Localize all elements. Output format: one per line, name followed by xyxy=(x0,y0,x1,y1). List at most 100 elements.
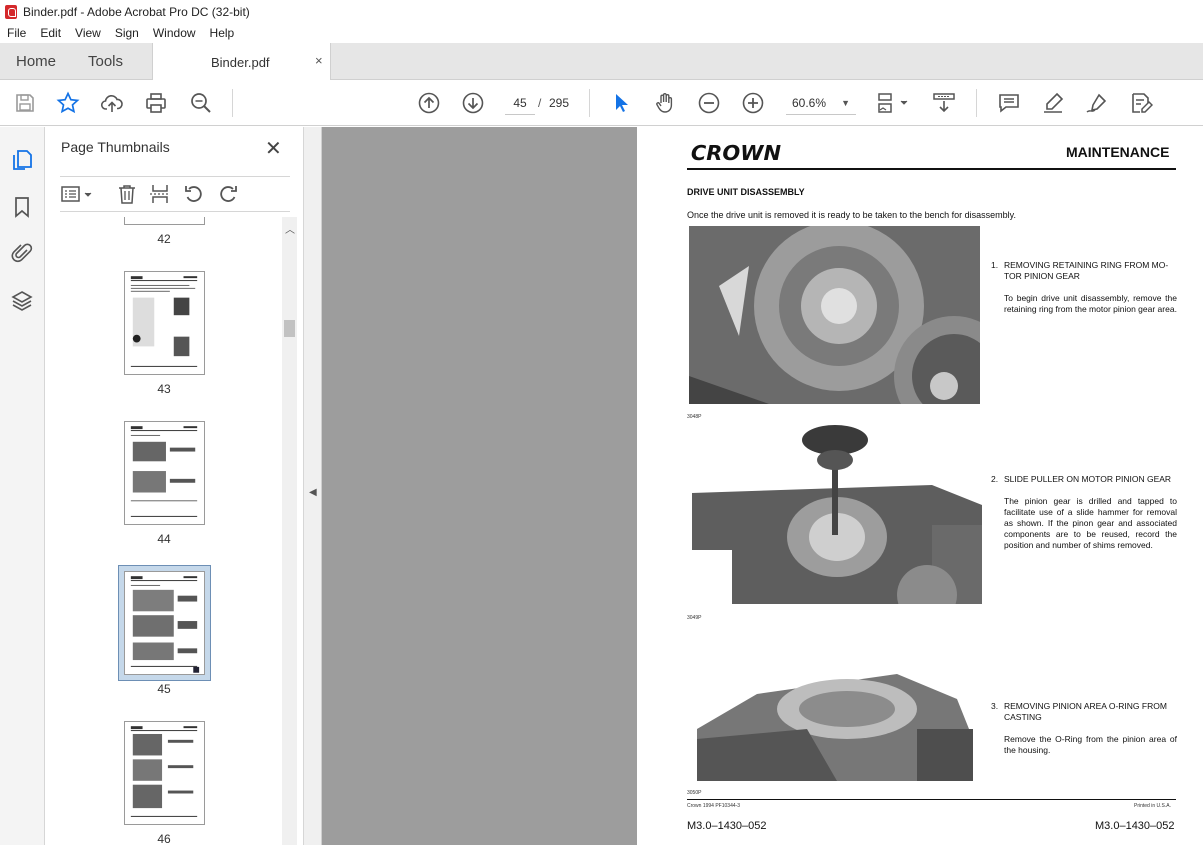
menu-edit[interactable]: Edit xyxy=(33,26,68,40)
star-icon[interactable] xyxy=(56,91,80,115)
zoom-in-icon[interactable] xyxy=(741,91,765,115)
scrollbar-thumb[interactable] xyxy=(284,320,295,337)
delete-page-icon[interactable] xyxy=(116,183,138,205)
rotate-right-icon[interactable] xyxy=(217,183,239,205)
menu-view[interactable]: View xyxy=(68,26,108,40)
thumbnail-label: 44 xyxy=(157,532,171,546)
page-fit-icon[interactable] xyxy=(876,91,912,115)
scroll-up-icon[interactable]: ︿ xyxy=(285,221,295,236)
thumbnail-options-icon[interactable] xyxy=(60,183,94,205)
split-pages-icon[interactable] xyxy=(149,183,171,205)
step-item: 2. SLIDE PULLER ON MOTOR PINION GEAR The… xyxy=(991,474,1177,551)
window-title: Binder.pdf - Adobe Acrobat Pro DC (32-bi… xyxy=(23,4,250,19)
thumbnail-page-selected[interactable] xyxy=(124,571,205,675)
page-number-input[interactable]: 45 xyxy=(505,91,535,115)
tab-tools[interactable]: Tools xyxy=(88,53,123,70)
panel-collapse-handle[interactable]: ◀ xyxy=(304,127,322,845)
total-pages: 295 xyxy=(549,96,570,110)
zoom-level-select[interactable]: 60.6% ▼ xyxy=(786,91,856,115)
close-icon[interactable]: ✕ xyxy=(265,136,282,161)
attachment-icon[interactable] xyxy=(10,241,34,265)
acrobat-pdf-icon xyxy=(5,4,17,19)
thumbnail-scrollbar[interactable]: ︿ xyxy=(282,217,297,845)
thumbnail-page[interactable] xyxy=(124,421,205,525)
zoom-value: 60.6% xyxy=(792,96,827,110)
photo-o-ring xyxy=(697,669,973,781)
save-icon[interactable] xyxy=(13,91,37,115)
highlight-icon[interactable] xyxy=(1041,91,1065,115)
photo-retaining-ring xyxy=(689,226,980,404)
page-separator: / xyxy=(538,96,542,110)
footer-doc-number-right: M3.0–1430–052 xyxy=(1095,820,1175,832)
toolbar-separator xyxy=(232,89,233,117)
step-item: 1. REMOVING RETAINING RING FROM MO-TOR P… xyxy=(991,260,1177,315)
upload-icon[interactable] xyxy=(100,91,124,115)
page-header: MAINTENANCE xyxy=(1066,144,1170,160)
print-icon[interactable] xyxy=(144,91,168,115)
pdf-page: CROWN MAINTENANCE DRIVE UNIT DISASSEMBLY… xyxy=(637,127,1203,845)
step-number: 2. xyxy=(991,474,999,484)
title-bar: Binder.pdf - Adobe Acrobat Pro DC (32-bi… xyxy=(0,0,1203,23)
thumbnail-page[interactable] xyxy=(124,217,205,225)
hand-icon[interactable] xyxy=(653,91,677,115)
photo-code: 3048P xyxy=(687,414,702,420)
search-zoom-icon[interactable] xyxy=(189,91,213,115)
layers-icon[interactable] xyxy=(10,289,34,313)
menu-help[interactable]: Help xyxy=(203,26,242,40)
step-heading: REMOVING RETAINING RING FROM MO-TOR PINI… xyxy=(1004,260,1169,281)
step-number: 1. xyxy=(991,260,999,270)
tab-home[interactable]: Home xyxy=(16,53,56,70)
tab-bar: Home Tools Binder.pdf × xyxy=(0,43,1203,80)
bookmark-icon[interactable] xyxy=(10,195,34,219)
toolbar: 45 / 295 60.6% ▼ xyxy=(0,80,1203,126)
page-down-icon[interactable] xyxy=(461,91,485,115)
step-body: To begin drive unit disassembly, remove … xyxy=(1004,293,1177,314)
thumbnail-page[interactable] xyxy=(124,271,205,375)
thumbnail-label: 45 xyxy=(157,682,171,696)
toolbar-separator xyxy=(589,89,590,117)
thumbnail-list: 42 43 44 45 46 xyxy=(45,217,282,845)
footer-doc-number-left: M3.0–1430–052 xyxy=(687,820,767,832)
collapse-left-icon: ◀ xyxy=(309,487,317,498)
menu-bar: File Edit View Sign Window Help xyxy=(0,23,1203,43)
sign-icon[interactable] xyxy=(1085,91,1109,115)
tab-document-label: Binder.pdf xyxy=(211,55,270,70)
thumbnail-page[interactable] xyxy=(124,721,205,825)
step-body: Remove the O-Ring from the pinion area o… xyxy=(1004,734,1177,755)
menu-file[interactable]: File xyxy=(0,26,33,40)
page-thumbnails-panel: Page Thumbnails ✕ 42 43 44 45 46 ︿ xyxy=(45,127,304,845)
comment-icon[interactable] xyxy=(997,91,1021,115)
close-tab-icon[interactable]: × xyxy=(315,53,323,68)
scroll-mode-icon[interactable] xyxy=(932,91,956,115)
section-title: DRIVE UNIT DISASSEMBLY xyxy=(687,187,805,197)
photo-code: 3050P xyxy=(687,790,702,796)
menu-sign[interactable]: Sign xyxy=(108,26,146,40)
footer-copyright: Crown 1994 PF10344-3 xyxy=(687,803,741,809)
chevron-down-icon: ▼ xyxy=(841,98,850,108)
zoom-out-icon[interactable] xyxy=(697,91,721,115)
thumbnail-label: 46 xyxy=(157,832,171,845)
step-item: 3. REMOVING PINION AREA O-RING FROM CAST… xyxy=(991,701,1177,756)
thumbnails-icon[interactable] xyxy=(10,148,34,172)
rotate-left-icon[interactable] xyxy=(183,183,205,205)
footer-printed: Printed in U.S.A. xyxy=(1134,803,1171,809)
select-cursor-icon[interactable] xyxy=(609,91,633,115)
step-body: The pinion gear is drilled and tapped to… xyxy=(1004,496,1177,550)
photo-code: 3049P xyxy=(687,615,702,621)
step-number: 3. xyxy=(991,701,999,711)
footer-rule xyxy=(687,799,1176,800)
tab-document[interactable]: Binder.pdf × xyxy=(152,43,331,80)
toolbar-separator xyxy=(976,89,977,117)
step-heading: REMOVING PINION AREA O-RING FROM CASTING xyxy=(1004,701,1167,722)
thumbnail-label: 43 xyxy=(157,382,171,396)
thumbnail-label: 42 xyxy=(157,232,171,246)
step-heading: SLIDE PULLER ON MOTOR PINION GEAR xyxy=(1004,474,1172,484)
document-workspace xyxy=(304,127,637,845)
intro-text: Once the drive unit is removed it is rea… xyxy=(687,210,1017,220)
edit-pdf-icon[interactable] xyxy=(1129,91,1154,115)
crown-logo: CROWN xyxy=(690,141,782,165)
thumbnail-toolbar xyxy=(60,176,290,212)
left-navigation-rail xyxy=(0,127,45,845)
page-up-icon[interactable] xyxy=(417,91,441,115)
menu-window[interactable]: Window xyxy=(146,26,203,40)
